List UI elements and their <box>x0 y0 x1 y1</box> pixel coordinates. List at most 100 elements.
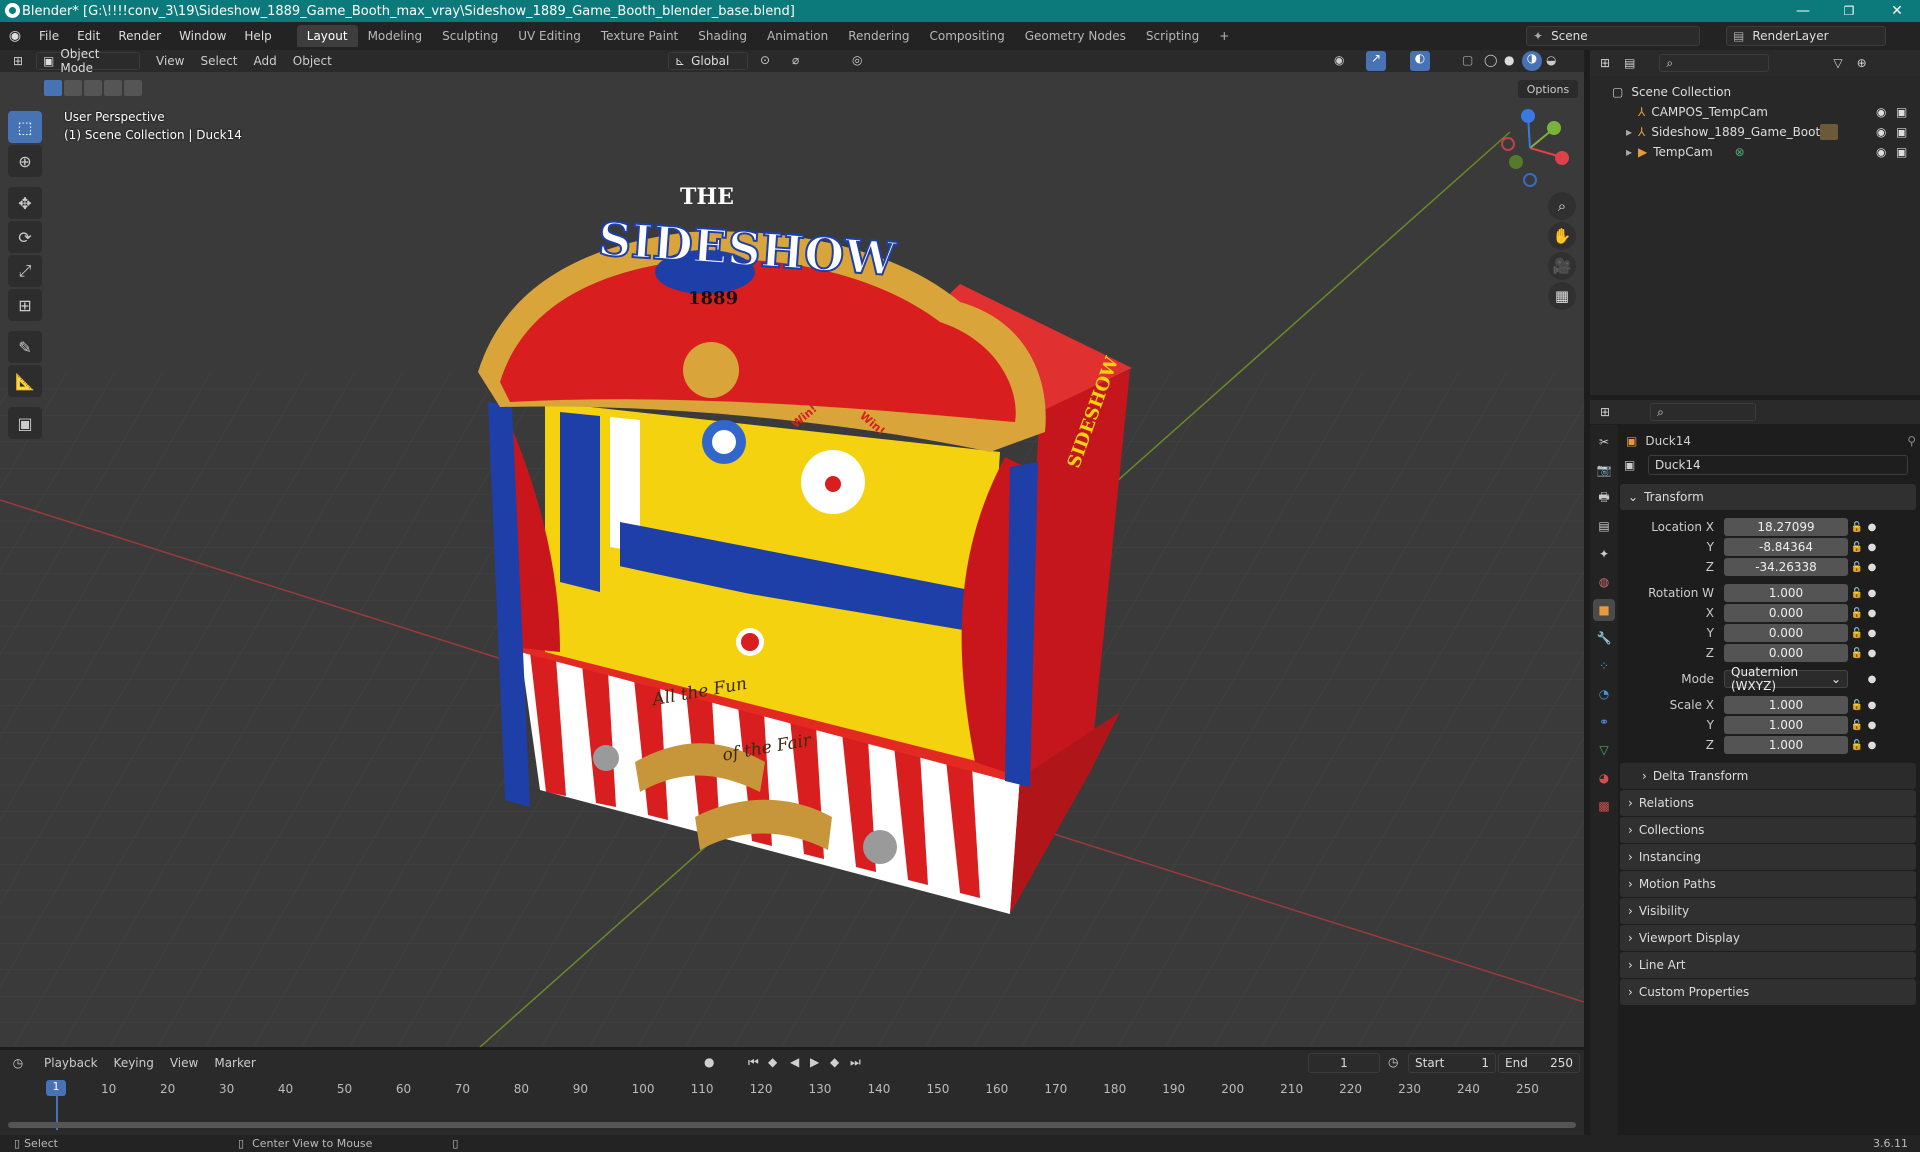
properties-editor-icon[interactable]: ⊞ <box>1600 405 1610 419</box>
tab-geometry-nodes[interactable]: Geometry Nodes <box>1015 25 1136 47</box>
cursor-icon[interactable]: ⊕ <box>8 145 42 177</box>
relations-section[interactable]: › Relations <box>1620 790 1916 816</box>
delta-transform-header[interactable]: › Delta Transform <box>1620 763 1916 789</box>
keyframe-dot-icon[interactable]: ● <box>1866 740 1878 751</box>
new-collection-icon[interactable]: ⊕ <box>1857 56 1867 70</box>
object-name-field[interactable]: Duck14 <box>1648 455 1908 475</box>
rotation-x-field[interactable]: 0.000 <box>1724 604 1848 622</box>
gizmo-toggle-icon[interactable]: ↗ <box>1366 51 1386 71</box>
tab-shading[interactable]: Shading <box>688 25 757 47</box>
expand-toggle[interactable]: ▸ <box>1626 145 1638 159</box>
next-keyframe-icon[interactable]: ◆ <box>830 1055 839 1069</box>
mode-selector[interactable]: ▣ Object Mode <box>36 47 140 75</box>
playhead[interactable]: 1 <box>46 1080 66 1096</box>
add-workspace-button[interactable]: + <box>1209 25 1239 47</box>
rotation-mode-dropdown[interactable]: Quaternion (WXYZ) ⌄ <box>1724 665 1848 693</box>
move-icon[interactable]: ✥ <box>8 187 42 219</box>
keyframe-dot-icon[interactable]: ● <box>1866 648 1878 659</box>
tab-sculpting[interactable]: Sculpting <box>432 25 508 47</box>
end-frame-field[interactable]: End 250 <box>1498 1053 1580 1073</box>
select-extend-icon[interactable] <box>64 80 82 96</box>
menu-edit[interactable]: Edit <box>68 29 109 43</box>
material-tab-icon[interactable]: ◕ <box>1593 767 1615 789</box>
rotation-z-field[interactable]: 0.000 <box>1724 644 1848 662</box>
menu-keying[interactable]: Keying <box>106 1056 162 1070</box>
pin-icon[interactable]: ⚲ <box>1907 434 1916 448</box>
menu-help[interactable]: Help <box>235 29 280 43</box>
close-button[interactable]: ✕ <box>1874 0 1920 22</box>
world-tab-icon[interactable]: ◍ <box>1593 571 1615 593</box>
clock-icon[interactable]: ◷ <box>1388 1055 1398 1069</box>
output-tab-icon[interactable]: 🖶 <box>1593 487 1615 509</box>
view-layer-tab-icon[interactable]: ▤ <box>1593 515 1615 537</box>
menu-window[interactable]: Window <box>170 29 235 43</box>
keyframe-dot-icon[interactable]: ● <box>1866 628 1878 639</box>
texture-tab-icon[interactable]: ▩ <box>1593 795 1615 817</box>
lock-icon[interactable]: 🔓 <box>1848 628 1866 639</box>
rendered-shading-icon[interactable]: ◒ <box>1546 53 1556 67</box>
annotate-icon[interactable]: ✎ <box>8 331 42 363</box>
menu-render[interactable]: Render <box>109 29 170 43</box>
pivot-icon[interactable]: ⊙ <box>760 53 770 67</box>
tab-layout[interactable]: Layout <box>296 25 358 47</box>
keyframe-dot-icon[interactable]: ● <box>1866 588 1878 599</box>
object-data-icon[interactable]: ▣ <box>1624 458 1648 472</box>
object-tab-icon[interactable]: ■ <box>1593 599 1615 621</box>
outliner-editor-icon[interactable]: ⊞ <box>1600 56 1610 70</box>
overlay-toggle-icon[interactable]: ◐ <box>1410 51 1430 71</box>
booth-model[interactable] <box>0 72 1584 1047</box>
viewport-3d[interactable]: THE SIDESHOW 1889 Roll up! Roll up! All … <box>0 72 1584 1047</box>
lock-icon[interactable]: 🔓 <box>1848 648 1866 659</box>
scale-icon[interactable]: ⤢ <box>8 255 42 287</box>
maximize-button[interactable]: ❐ <box>1826 0 1872 22</box>
wireframe-shading-icon[interactable]: ◯ <box>1484 53 1497 67</box>
tab-texture-paint[interactable]: Texture Paint <box>591 25 688 47</box>
snap-icon[interactable]: ⌀ <box>792 53 799 67</box>
tool-tab-icon[interactable]: ✂ <box>1593 431 1615 453</box>
lock-icon[interactable]: 🔓 <box>1848 562 1866 573</box>
record-icon[interactable]: ● <box>704 1055 714 1069</box>
menu-timeline-view[interactable]: View <box>162 1056 206 1070</box>
select-new-icon[interactable] <box>44 80 62 96</box>
location-z-field[interactable]: -34.26338 <box>1724 558 1848 576</box>
keyframe-dot-icon[interactable]: ● <box>1866 700 1878 711</box>
outliner-item[interactable]: ▸ ▶ TempCam ⊗ ◉ ▣ <box>1612 142 1920 162</box>
display-mode-icon[interactable]: ▤ <box>1624 56 1635 70</box>
timeline-scrollbar[interactable] <box>8 1122 1576 1128</box>
keyframe-dot-icon[interactable]: ● <box>1866 522 1878 533</box>
menu-add[interactable]: Add <box>246 54 285 68</box>
orientation-selector[interactable]: ⊾ Global <box>668 52 748 70</box>
transform-icon[interactable]: ⊞ <box>8 289 42 321</box>
camera-restrict-icon[interactable]: ▣ <box>1896 105 1907 119</box>
menu-view[interactable]: View <box>148 54 192 68</box>
viewport-display-section[interactable]: › Viewport Display <box>1620 925 1916 951</box>
lock-icon[interactable]: 🔓 <box>1848 522 1866 533</box>
particles-tab-icon[interactable]: ⁘ <box>1593 655 1615 677</box>
eye-icon[interactable]: ◉ <box>1876 125 1886 139</box>
xray-icon[interactable]: ▢ <box>1462 53 1473 67</box>
scene-selector[interactable]: ✦ Scene <box>1526 26 1700 46</box>
scale-y-field[interactable]: 1.000 <box>1724 716 1848 734</box>
custom-properties-section[interactable]: › Custom Properties <box>1620 979 1916 1005</box>
play-reverse-icon[interactable]: ◀ <box>790 1055 799 1069</box>
outliner-item[interactable]: ▸ ⅄ Sideshow_1889_Game_Booth ◉ ▣ <box>1612 122 1920 142</box>
proportional-edit-icon[interactable]: ◎ <box>852 53 862 67</box>
keyframe-dot-icon[interactable]: ● <box>1866 608 1878 619</box>
constraints-tab-icon[interactable]: ⚭ <box>1593 711 1615 733</box>
editor-type-icon[interactable]: ⊞ <box>0 54 36 68</box>
keyframe-dot-icon[interactable]: ● <box>1866 720 1878 731</box>
pan-hand-icon[interactable]: ✋ <box>1548 222 1576 250</box>
properties-search[interactable]: ⌕ <box>1650 403 1757 421</box>
physics-tab-icon[interactable]: ◔ <box>1593 683 1615 705</box>
options-button[interactable]: Options <box>1518 80 1578 98</box>
add-cube-icon[interactable]: ▣ <box>8 407 42 439</box>
prev-keyframe-icon[interactable]: ◆ <box>768 1055 777 1069</box>
location-x-field[interactable]: 18.27099 <box>1724 518 1848 536</box>
camera-restrict-icon[interactable]: ▣ <box>1896 125 1907 139</box>
measure-icon[interactable]: 📐 <box>8 365 42 397</box>
outliner-item[interactable]: ⅄ CAMPOS_TempCam ◉ ▣ <box>1612 102 1920 122</box>
menu-file[interactable]: File <box>30 29 68 43</box>
jump-start-icon[interactable]: ⏮ <box>748 1055 759 1070</box>
tab-rendering[interactable]: Rendering <box>838 25 919 47</box>
menu-marker[interactable]: Marker <box>206 1056 263 1070</box>
